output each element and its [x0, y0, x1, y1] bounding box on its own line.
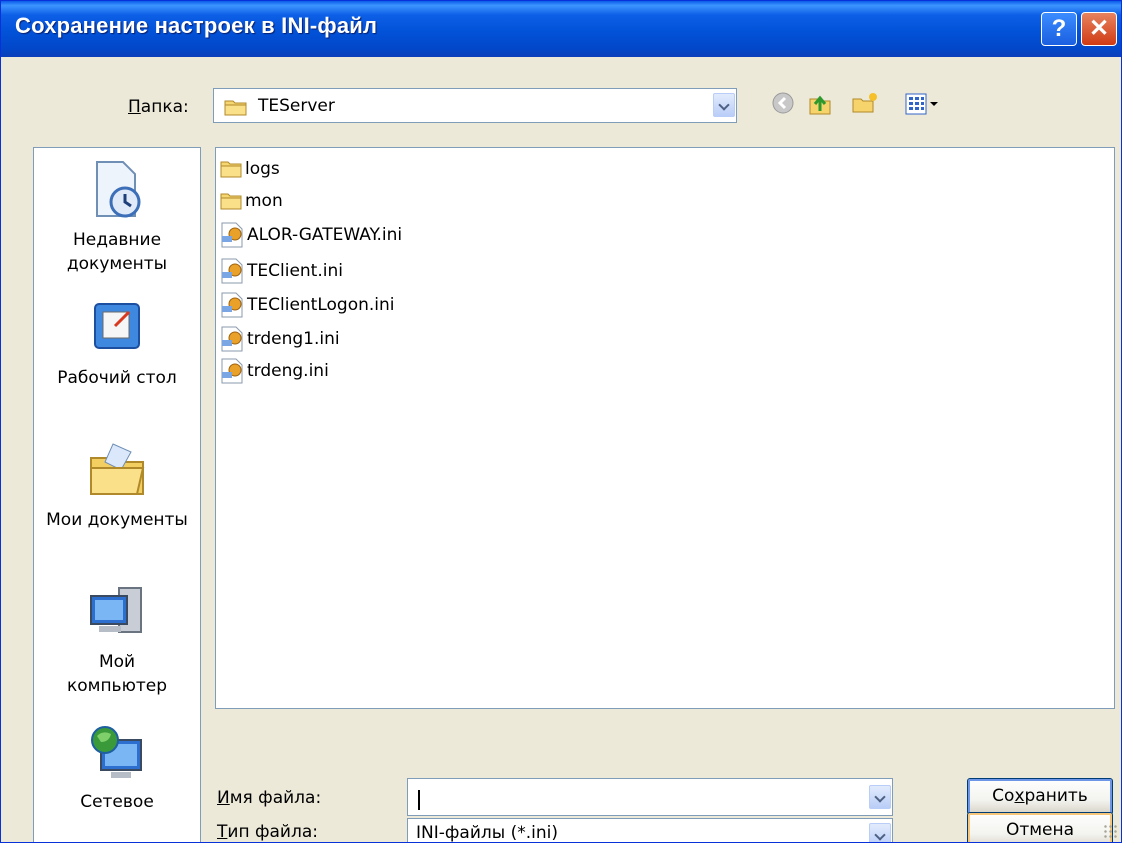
ini-file-icon [221, 292, 243, 318]
file-name: trdeng1.ini [247, 329, 340, 349]
save-button[interactable]: Сохранить [967, 778, 1113, 815]
place-label: Рабочий стол [57, 368, 177, 388]
folder-value: TEServer [258, 96, 335, 116]
desktop-icon [94, 303, 140, 349]
filetype-select[interactable]: INI-файлы (*.ini) [407, 818, 893, 843]
my-computer-icon [90, 587, 142, 633]
folder-dropdown-button[interactable] [713, 93, 735, 117]
view-menu-icon[interactable] [905, 93, 941, 115]
file-name: trdeng.ini [247, 361, 329, 381]
folder-icon [220, 193, 242, 210]
list-item-file[interactable]: ALOR-GATEWAY.ini [220, 220, 402, 250]
folder-icon [224, 100, 247, 116]
place-label: Сетевое [80, 792, 154, 812]
place-label: Недавние [72, 230, 162, 250]
place-desktop[interactable]: Рабочий стол [34, 298, 200, 390]
title-bar[interactable]: Сохранение настроек в INI-файл ? ✕ [1, 1, 1121, 57]
ini-file-icon [221, 358, 243, 384]
recent-documents-icon [96, 161, 141, 218]
back-icon[interactable] [771, 91, 795, 115]
network-icon [91, 726, 142, 778]
help-button[interactable]: ? [1041, 12, 1077, 46]
filetype-dropdown-button[interactable] [869, 823, 891, 842]
list-item-file[interactable]: trdeng.ini [220, 356, 329, 386]
ini-file-icon [221, 258, 243, 284]
my-documents-icon [90, 443, 145, 495]
place-label-2: документы [66, 254, 168, 274]
ini-file-icon [221, 326, 243, 352]
places-bar: Недавние документы Рабочий стол Мои доку… [33, 147, 201, 842]
save-dialog: Сохранение настроек в INI-файл ? ✕ Папка… [0, 0, 1122, 843]
filename-dropdown-button[interactable] [869, 785, 891, 809]
list-item-file[interactable]: TEClient.ini [220, 256, 343, 286]
file-name: logs [245, 159, 280, 179]
file-name: ALOR-GATEWAY.ini [247, 225, 403, 245]
place-recent-documents[interactable]: Недавние документы [34, 158, 200, 276]
new-folder-icon[interactable] [851, 91, 879, 115]
folder-icon [220, 161, 242, 178]
filetype-value: INI-файлы (*.ini) [416, 823, 558, 843]
folder-label: Папка: [128, 97, 189, 117]
place-label: Мой [98, 652, 136, 672]
place-my-documents[interactable]: Мои документы [34, 438, 200, 532]
filename-input[interactable] [407, 778, 893, 816]
cancel-button[interactable]: Отмена [967, 812, 1113, 842]
list-item-folder[interactable]: logs [220, 154, 280, 184]
list-item-folder[interactable]: mon [220, 186, 283, 216]
place-label: Мои документы [46, 510, 188, 530]
file-name: mon [245, 191, 283, 211]
list-item-file[interactable]: TEClientLogon.ini [220, 290, 395, 320]
close-button[interactable]: ✕ [1081, 12, 1117, 46]
filename-label: Имя файла: [217, 788, 322, 808]
list-item-file[interactable]: trdeng1.ini [220, 324, 340, 354]
ini-file-icon [221, 222, 243, 248]
place-my-computer[interactable]: Мой компьютер [34, 580, 200, 698]
folder-select[interactable]: TEServer [213, 88, 737, 123]
window-title: Сохранение настроек в INI-файл [15, 13, 378, 38]
text-cursor [418, 790, 420, 810]
file-list[interactable]: logs mon ALOR-GATEWAY.ini TEClient.ini T… [215, 147, 1115, 709]
up-folder-icon[interactable] [807, 91, 833, 117]
filetype-label: Тип файла: [217, 822, 318, 842]
place-label-2: компьютер [66, 676, 168, 696]
file-name: TEClient.ini [247, 261, 343, 281]
file-name: TEClientLogon.ini [247, 295, 395, 315]
resize-grip[interactable] [1103, 824, 1119, 840]
place-network[interactable]: Сетевое [34, 722, 200, 814]
